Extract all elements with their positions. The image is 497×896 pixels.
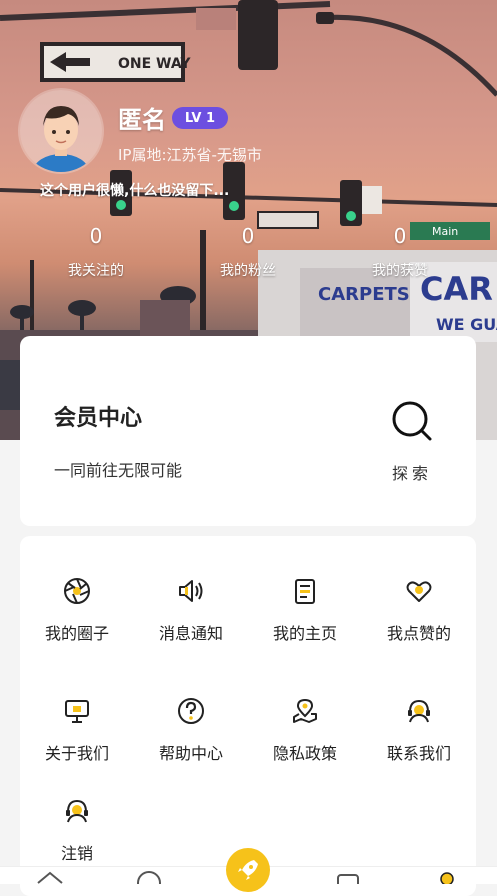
vip-center-subtitle: 一同前往无限可能 [54, 461, 183, 480]
menu-item-label: 联系我们 [386, 744, 451, 763]
avatar[interactable] [20, 90, 102, 172]
heart-icon [406, 581, 432, 602]
svg-text:WE GUA: WE GUA [436, 315, 497, 334]
stat-following[interactable]: 0 我关注的 [36, 224, 156, 280]
rocket-icon [238, 860, 258, 880]
speaker-icon [179, 580, 203, 602]
menu-item-label: 注销 [60, 844, 93, 863]
stat-following-count: 0 [89, 224, 103, 248]
publish-button[interactable] [226, 848, 270, 892]
stat-followers-count: 0 [241, 224, 255, 248]
menu-item-label: 我的主页 [272, 624, 337, 643]
aperture-icon [64, 578, 90, 604]
menu-item-my-circles[interactable]: 我的圈子 [20, 576, 134, 644]
one-way-sign-text: ONE WAY [118, 56, 191, 72]
profile-tab-icon[interactable] [440, 872, 454, 884]
explore-label: 探索 [391, 464, 432, 483]
menu-item-contact-us[interactable]: 联系我们 [362, 696, 476, 764]
username: 匿名 [118, 106, 166, 134]
stat-followers-label: 我的粉丝 [220, 263, 276, 279]
menu-item-label: 消息通知 [158, 624, 223, 643]
explore-button[interactable]: 探索 [386, 400, 438, 484]
headset-icon [408, 699, 430, 723]
menu-grid: 我的圈子 消息通知 我的主页 我点赞的 关于我们 帮助中心 隐私政策 联系我们 … [20, 536, 476, 896]
menu-item-my-homepage[interactable]: 我的主页 [248, 576, 362, 644]
menu-item-deregister[interactable]: 注销 [20, 796, 134, 864]
menu-item-label: 关于我们 [44, 744, 109, 763]
menu-item-label: 帮助中心 [158, 744, 223, 763]
menu-item-help-center[interactable]: 帮助中心 [134, 696, 248, 764]
menu-item-notifications[interactable]: 消息通知 [134, 576, 248, 644]
stat-following-label: 我关注的 [68, 263, 124, 279]
stat-likes-count: 0 [393, 224, 407, 248]
stat-followers[interactable]: 0 我的粉丝 [188, 224, 308, 280]
map-pin-icon [293, 698, 317, 723]
menu-item-label: 我的圈子 [44, 624, 109, 643]
stat-likes[interactable]: 0 我的获赞 [340, 224, 460, 280]
menu-item-label: 隐私政策 [272, 744, 337, 763]
menu-item-my-likes[interactable]: 我点赞的 [362, 576, 476, 644]
menu-item-about-us[interactable]: 关于我们 [20, 696, 134, 764]
vip-center-card[interactable]: 会员中心 一同前往无限可能 探索 [20, 336, 476, 526]
level-badge: LV 1 [172, 107, 228, 129]
search-icon [392, 401, 432, 441]
menu-item-privacy-policy[interactable]: 隐私政策 [248, 696, 362, 764]
stat-likes-label: 我的获赞 [372, 263, 428, 279]
discover-icon[interactable] [137, 871, 161, 884]
question-icon [178, 698, 204, 724]
vip-center-title: 会员中心 [54, 406, 143, 431]
monitor-icon [65, 700, 89, 723]
document-icon [295, 579, 315, 604]
menu-item-label: 我点赞的 [386, 624, 451, 643]
user-bio: 这个用户很懒,什么也没留下... [40, 183, 230, 199]
ip-location: IP属地:江苏省-无锡市 [118, 146, 262, 164]
home-icon[interactable] [37, 871, 63, 884]
svg-text:CARPETS: CARPETS [318, 284, 410, 305]
headset-icon [66, 799, 88, 823]
avatar-image [33, 106, 89, 172]
